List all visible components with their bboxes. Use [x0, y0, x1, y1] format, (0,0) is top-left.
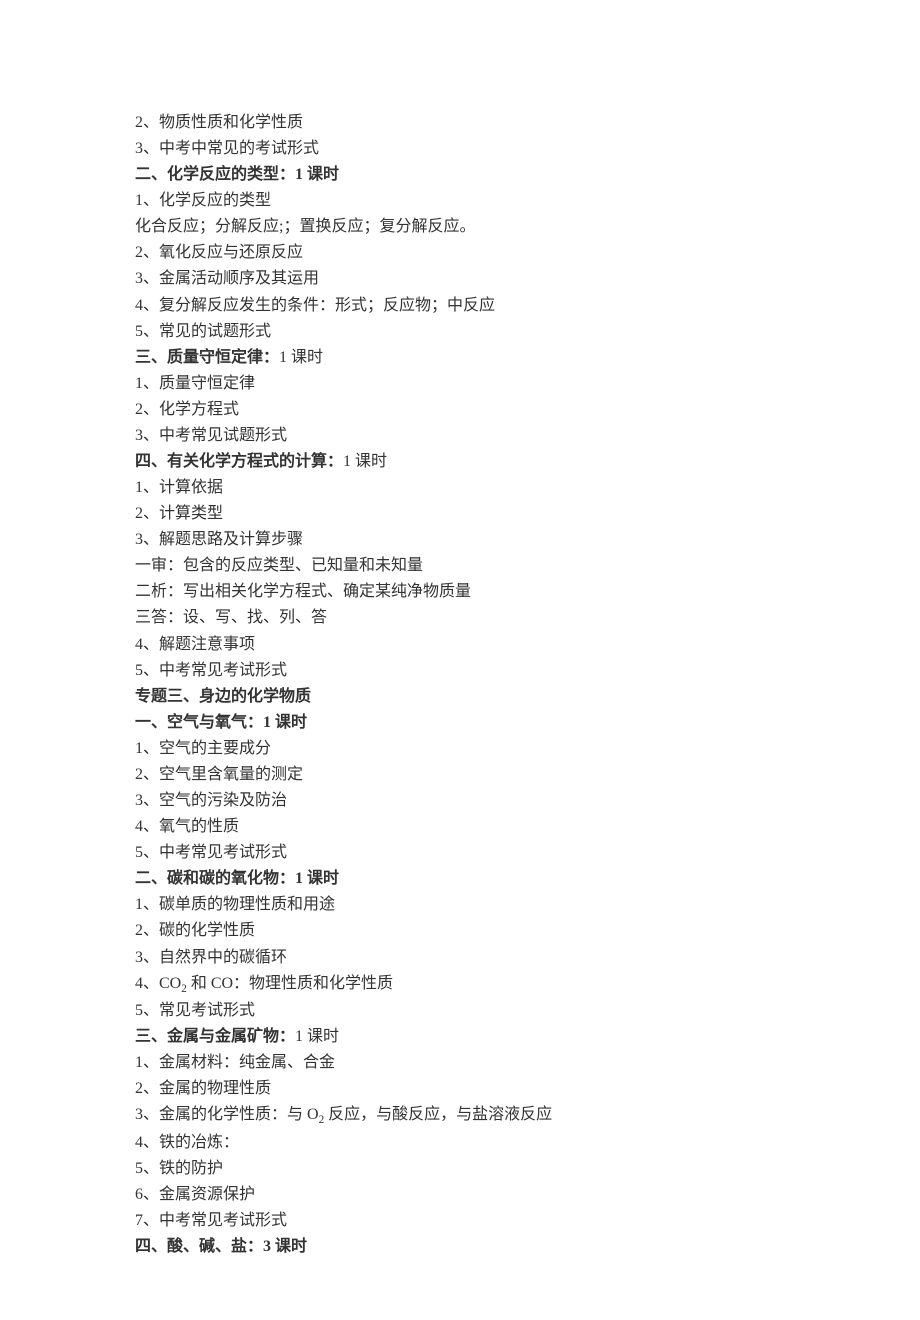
- text-line: 3、金属活动顺序及其运用: [135, 266, 785, 292]
- text-line: 1、空气的主要成分: [135, 736, 785, 762]
- chem-prefix: 4、CO: [135, 975, 181, 992]
- text-line: 化合反应；分解反应;；置换反应；复分解反应。: [135, 214, 785, 240]
- text-line: 2、计算类型: [135, 501, 785, 527]
- text-line: 1、化学反应的类型: [135, 188, 785, 214]
- heading-line: 二、碳和碳的氧化物：1 课时: [135, 866, 785, 892]
- chem-suffix: 和 CO：物理性质和化学性质: [187, 975, 393, 992]
- heading-line: 二、化学反应的类型：1 课时: [135, 162, 785, 188]
- text-line: 2、化学方程式: [135, 397, 785, 423]
- text-line: 1、金属材料：纯金属、合金: [135, 1050, 785, 1076]
- heading-line: 四、酸、碱、盐：3 课时: [135, 1234, 785, 1260]
- text-line: 4、复分解反应发生的条件：形式；反应物；中反应: [135, 293, 785, 319]
- heading-bold-part: 三、金属与金属矿物：: [135, 1028, 295, 1045]
- text-line: 2、物质性质和化学性质: [135, 110, 785, 136]
- text-line: 3、空气的污染及防治: [135, 788, 785, 814]
- text-line: 5、常见的试题形式: [135, 319, 785, 345]
- text-line: 5、铁的防护: [135, 1156, 785, 1182]
- text-line: 1、计算依据: [135, 475, 785, 501]
- text-line: 3、中考常见试题形式: [135, 423, 785, 449]
- text-line: 3、解题思路及计算步骤: [135, 527, 785, 553]
- heading-normal-part: 1 课时: [343, 453, 387, 470]
- text-line: 2、金属的物理性质: [135, 1076, 785, 1102]
- chem-suffix: 反应，与酸反应，与盐溶液反应: [324, 1106, 552, 1123]
- heading-line: 一、空气与氧气：1 课时: [135, 710, 785, 736]
- topic-heading: 专题三、身边的化学物质: [135, 684, 785, 710]
- chem-prefix: 3、金属的化学性质：与 O: [135, 1106, 319, 1123]
- text-line: 3、自然界中的碳循环: [135, 945, 785, 971]
- text-line: 5、中考常见考试形式: [135, 658, 785, 684]
- heading-line: 三、金属与金属矿物：1 课时: [135, 1024, 785, 1050]
- heading-bold-part: 三、质量守恒定律：: [135, 349, 279, 366]
- text-line: 一审：包含的反应类型、已知量和未知量: [135, 553, 785, 579]
- text-line: 2、空气里含氧量的测定: [135, 762, 785, 788]
- text-line: 5、常见考试形式: [135, 998, 785, 1024]
- text-line: 2、氧化反应与还原反应: [135, 240, 785, 266]
- heading-normal-part: 1 课时: [295, 1028, 339, 1045]
- text-line: 5、中考常见考试形式: [135, 840, 785, 866]
- heading-bold-part: 四、有关化学方程式的计算：: [135, 453, 343, 470]
- heading-line: 三、质量守恒定律：1 课时: [135, 345, 785, 371]
- text-line: 4、铁的冶炼：: [135, 1130, 785, 1156]
- text-line-chem: 4、CO2 和 CO：物理性质和化学性质: [135, 971, 785, 998]
- heading-line: 四、有关化学方程式的计算：1 课时: [135, 449, 785, 475]
- text-line: 2、碳的化学性质: [135, 918, 785, 944]
- text-line: 4、解题注意事项: [135, 632, 785, 658]
- text-line-chem: 3、金属的化学性质：与 O2 反应，与酸反应，与盐溶液反应: [135, 1102, 785, 1129]
- text-line: 4、氧气的性质: [135, 814, 785, 840]
- text-line: 3、中考中常见的考试形式: [135, 136, 785, 162]
- text-line: 1、质量守恒定律: [135, 371, 785, 397]
- text-line: 三答：设、写、找、列、答: [135, 605, 785, 631]
- text-line: 二析：写出相关化学方程式、确定某纯净物质量: [135, 579, 785, 605]
- text-line: 6、金属资源保护: [135, 1182, 785, 1208]
- heading-normal-part: 1 课时: [279, 349, 323, 366]
- text-line: 1、碳单质的物理性质和用途: [135, 892, 785, 918]
- text-line: 7、中考常见考试形式: [135, 1208, 785, 1234]
- document-body: 2、物质性质和化学性质 3、中考中常见的考试形式 二、化学反应的类型：1 课时 …: [135, 110, 785, 1260]
